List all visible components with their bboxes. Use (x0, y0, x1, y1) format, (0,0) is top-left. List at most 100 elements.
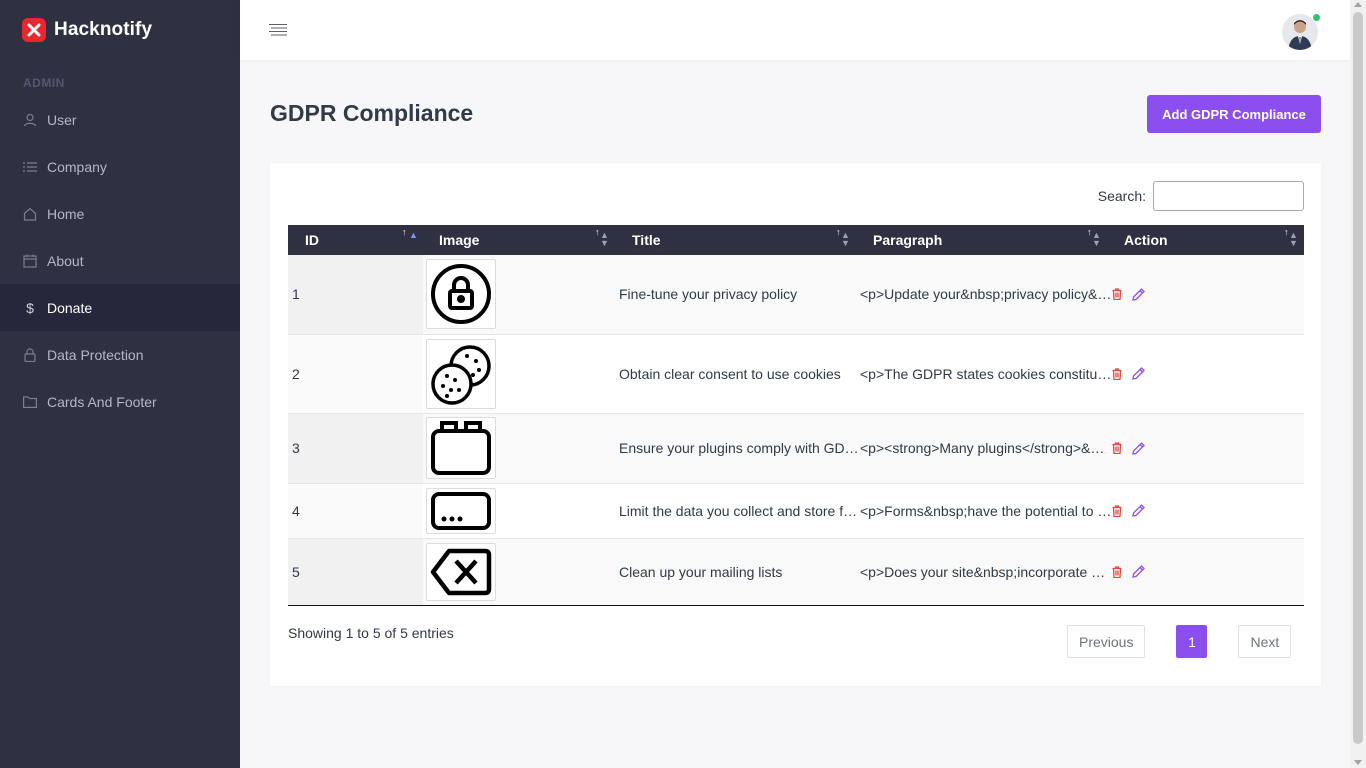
scroll-down-icon[interactable] (1354, 760, 1362, 765)
title-cell: Limit the data you collect and store fro… (619, 502, 860, 519)
edit-icon[interactable] (1132, 565, 1145, 578)
action-cell (1112, 413, 1304, 483)
column-header-label: Title (632, 232, 661, 248)
sidebar-item-label: Cards And Footer (47, 393, 157, 410)
column-header-paragraph[interactable]: Paragraph ↑ ▲ ▼ (860, 225, 1112, 255)
dollar-icon: $ (26, 299, 34, 316)
sidebar-item-data-protection[interactable]: Data Protection (0, 331, 240, 378)
table-info: Showing 1 to 5 of 5 entries (288, 625, 454, 641)
action-cell (1112, 255, 1304, 334)
column-header-title[interactable]: Title ↑ ▲ ▼ (619, 225, 860, 255)
id-cell: 3 (288, 413, 423, 483)
folder-icon (23, 395, 37, 409)
title-cell: Clean up your mailing lists (619, 563, 783, 580)
page-number-button[interactable]: 1 (1176, 625, 1208, 658)
image-cell (423, 413, 619, 483)
search-input[interactable] (1153, 181, 1304, 211)
sidebar-item-cards-and-footer[interactable]: Cards And Footer (0, 378, 240, 425)
image-cell (423, 538, 619, 605)
table-row: 5 Clean up your mailing lists <p>Does yo… (288, 538, 1304, 605)
sort-both-icon: ▲ ▼ (1289, 230, 1298, 248)
image-cell (423, 483, 619, 538)
paragraph-cell: <p>Update your&nbsp;privacy policy&nbsp;… (860, 286, 1112, 303)
sort-both-icon: ▲ ▼ (600, 230, 609, 248)
column-header-action[interactable]: Action ↑ ▲ ▼ (1112, 225, 1304, 255)
padlock-icon (426, 259, 496, 330)
data-table-card: Search: ID ↑ ▲ Image ↑ ▲ ▼ Title ↑ ▲ ▼ P… (270, 163, 1321, 686)
sort-both-icon: ▲ ▼ (841, 230, 850, 248)
title-cell: Fine-tune your privacy policy (619, 286, 798, 303)
column-header-label: ID (305, 232, 319, 248)
table-row: 3 Ensure your plugins comply with GDPR <… (288, 413, 1304, 483)
online-status-badge (1312, 13, 1321, 22)
search-box: Search: (1098, 181, 1304, 211)
table-row: 4 Limit the data you collect and store f… (288, 483, 1304, 538)
sidebar: Hacknotify ADMIN User Company Home About… (0, 0, 240, 768)
sidebar-section-label: ADMIN (23, 76, 65, 90)
menu-icon[interactable] (268, 21, 290, 39)
image-cell (423, 334, 619, 413)
action-cell (1112, 538, 1304, 605)
brand[interactable]: Hacknotify (0, 0, 240, 60)
sidebar-item-company[interactable]: Company (0, 143, 240, 190)
sidebar-item-label: Home (47, 205, 85, 222)
column-header-label: Image (439, 232, 480, 248)
title-cell: Ensure your plugins comply with GDPR (619, 440, 860, 456)
paragraph-cell: <p><strong>Many plugins</strong>&nbsp;co… (860, 440, 1112, 456)
table-header-row: ID ↑ ▲ Image ↑ ▲ ▼ Title ↑ ▲ ▼ Paragraph ↑ (288, 225, 1304, 255)
pagination: Previous 1 Next (1067, 625, 1292, 658)
table-row: 1 Fine-tune your privacy policy <p>Updat… (288, 255, 1304, 334)
edit-icon[interactable] (1132, 441, 1145, 455)
column-header-label: Action (1124, 232, 1168, 248)
column-header-label: Paragraph (873, 232, 943, 248)
delete-icon[interactable] (1112, 442, 1122, 454)
calendar-icon (23, 254, 37, 268)
sidebar-item-donate[interactable]: $ Donate (0, 284, 240, 331)
delete-icon[interactable] (1112, 565, 1122, 578)
sidebar-item-label: About (47, 252, 84, 269)
search-label: Search: (1097, 188, 1146, 204)
user-icon (23, 113, 37, 127)
action-cell (1112, 483, 1304, 538)
id-cell: 4 (288, 483, 423, 538)
id-cell: 1 (288, 255, 423, 334)
title-cell: Obtain clear consent to use cookies (619, 365, 841, 382)
edit-icon[interactable] (1132, 504, 1145, 517)
delete-icon[interactable] (1112, 504, 1122, 517)
sidebar-item-label: Donate (47, 299, 93, 316)
sidebar-item-label: Data Protection (47, 346, 144, 363)
brand-name: Hacknotify (54, 19, 153, 40)
list-icon (23, 160, 37, 174)
home-icon (23, 207, 37, 221)
brand-logo-icon (22, 18, 46, 42)
edit-icon[interactable] (1132, 367, 1145, 380)
previous-button[interactable]: Previous (1067, 625, 1146, 658)
sidebar-item-label: Company (47, 158, 107, 175)
add-gdpr-compliance-button[interactable]: Add GDPR Compliance (1147, 95, 1321, 133)
cookies-icon (426, 338, 496, 409)
plugin-icon (426, 417, 496, 479)
lock-icon (23, 347, 37, 362)
sidebar-item-label: User (47, 111, 77, 128)
sort-both-icon: ▲ ▼ (1092, 230, 1101, 248)
delete-icon[interactable] (1112, 367, 1122, 380)
column-header-id[interactable]: ID ↑ ▲ (288, 225, 423, 255)
column-header-image[interactable]: Image ↑ ▲ ▼ (423, 225, 619, 255)
sidebar-item-home[interactable]: Home (0, 190, 240, 237)
id-cell: 2 (288, 334, 423, 413)
page-scrollbar[interactable] (1350, 0, 1366, 768)
scroll-thumb[interactable] (1353, 12, 1363, 744)
delete-icon[interactable] (1112, 288, 1122, 301)
edit-icon[interactable] (1132, 287, 1145, 301)
paragraph-cell: <p>Does your site&nbsp;incorporate a mai… (860, 563, 1112, 580)
top-bar (240, 0, 1350, 60)
sidebar-item-user[interactable]: User (0, 96, 240, 143)
table-row: 2 Obtain clear consent to use cookies <p… (288, 334, 1304, 413)
next-button[interactable]: Next (1238, 625, 1292, 658)
sidebar-item-about[interactable]: About (0, 237, 240, 284)
scroll-up-icon[interactable] (1354, 2, 1362, 7)
delete-key-icon (426, 542, 496, 601)
id-cell: 5 (288, 538, 423, 605)
gdpr-table: ID ↑ ▲ Image ↑ ▲ ▼ Title ↑ ▲ ▼ Paragraph ↑ (288, 225, 1304, 606)
paragraph-cell: <p>Forms&nbsp;have the potential to coll… (860, 502, 1112, 519)
